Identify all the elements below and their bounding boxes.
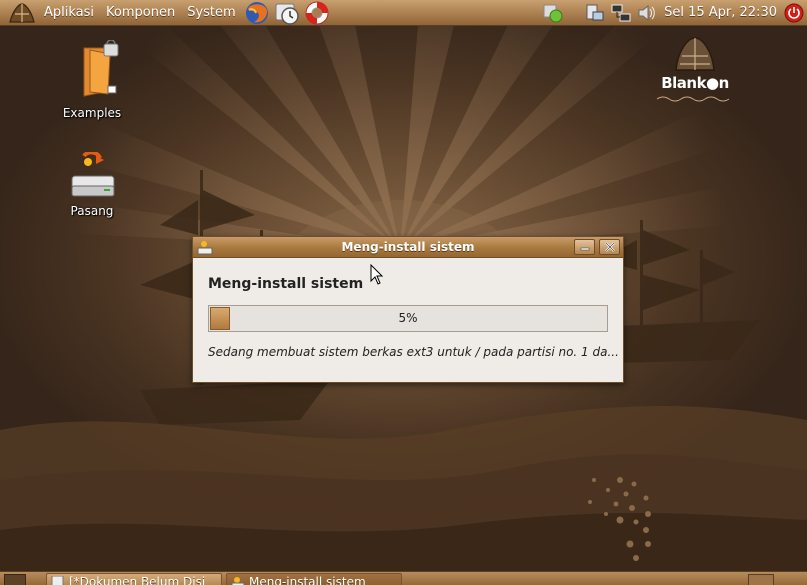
- update-notifier-icon[interactable]: [540, 0, 566, 26]
- close-button[interactable]: [599, 239, 620, 255]
- install-dialog: Meng-install sistem Meng-install sistem …: [192, 236, 624, 383]
- menu-system[interactable]: System: [181, 1, 241, 25]
- firefox-icon[interactable]: [242, 0, 272, 26]
- install-progress-bar: 5%: [208, 305, 608, 332]
- mouse-cursor-icon: [370, 264, 384, 285]
- blankon-wordmark: Blank●n: [661, 74, 729, 92]
- locked-folder-icon: [83, 39, 119, 97]
- show-desktop-button[interactable]: [4, 574, 26, 585]
- install-drive-icon: [71, 150, 115, 197]
- menu-aplikasi[interactable]: Aplikasi: [38, 1, 100, 25]
- top-panel: Aplikasi Komponen System Sel 15 Apr, 22:…: [0, 0, 807, 26]
- help-lifebuoy-icon[interactable]: [302, 0, 332, 26]
- installer-icon: [231, 577, 245, 585]
- dialog-title: Meng-install sistem: [341, 240, 475, 254]
- menu-komponen[interactable]: Komponen: [100, 1, 181, 25]
- taskbar-item-install[interactable]: Meng-install sistem: [226, 573, 402, 585]
- taskbar-item-label: Meng-install sistem: [249, 575, 366, 585]
- desktop-icon-examples[interactable]: Examples: [52, 39, 132, 120]
- volume-icon[interactable]: [634, 0, 660, 26]
- minimize-button[interactable]: [574, 239, 595, 255]
- clock-settings-icon[interactable]: [272, 0, 302, 26]
- desktop-icon-label: Pasang: [70, 204, 114, 218]
- desktop-icon-pasang[interactable]: Pasang: [52, 150, 132, 218]
- power-icon[interactable]: [781, 0, 807, 26]
- workspace-switcher[interactable]: [748, 574, 774, 585]
- blankon-hat-icon: [675, 37, 715, 71]
- install-status-text: Sedang membuat sistem berkas ext3 untuk …: [208, 345, 619, 359]
- close-icon: [604, 242, 615, 252]
- network-manager-icon[interactable]: [582, 0, 608, 26]
- main-menu-logo-icon[interactable]: [6, 1, 38, 25]
- dialog-heading: Meng-install sistem: [208, 276, 364, 292]
- panel-clock[interactable]: Sel 15 Apr, 22:30: [660, 5, 781, 20]
- progress-label: 5%: [398, 311, 418, 325]
- taskbar-item-dokumen[interactable]: [*Dokumen Belum Disi: [46, 573, 222, 585]
- bottom-panel: [*Dokumen Belum Disi Meng-install sistem: [0, 571, 807, 585]
- brand-waves: [656, 96, 730, 102]
- minimize-icon: [580, 247, 589, 251]
- text-editor-icon: [51, 576, 64, 585]
- desktop-icon-label: Examples: [62, 106, 122, 120]
- decorative-dots: [588, 477, 651, 561]
- taskbar-item-label: [*Dokumen Belum Disi: [69, 575, 206, 585]
- dialog-titlebar[interactable]: Meng-install sistem: [193, 237, 623, 258]
- network-icon[interactable]: [608, 0, 634, 26]
- blankon-logo: Blank●n: [655, 36, 735, 107]
- system-tray: Sel 15 Apr, 22:30: [540, 0, 807, 26]
